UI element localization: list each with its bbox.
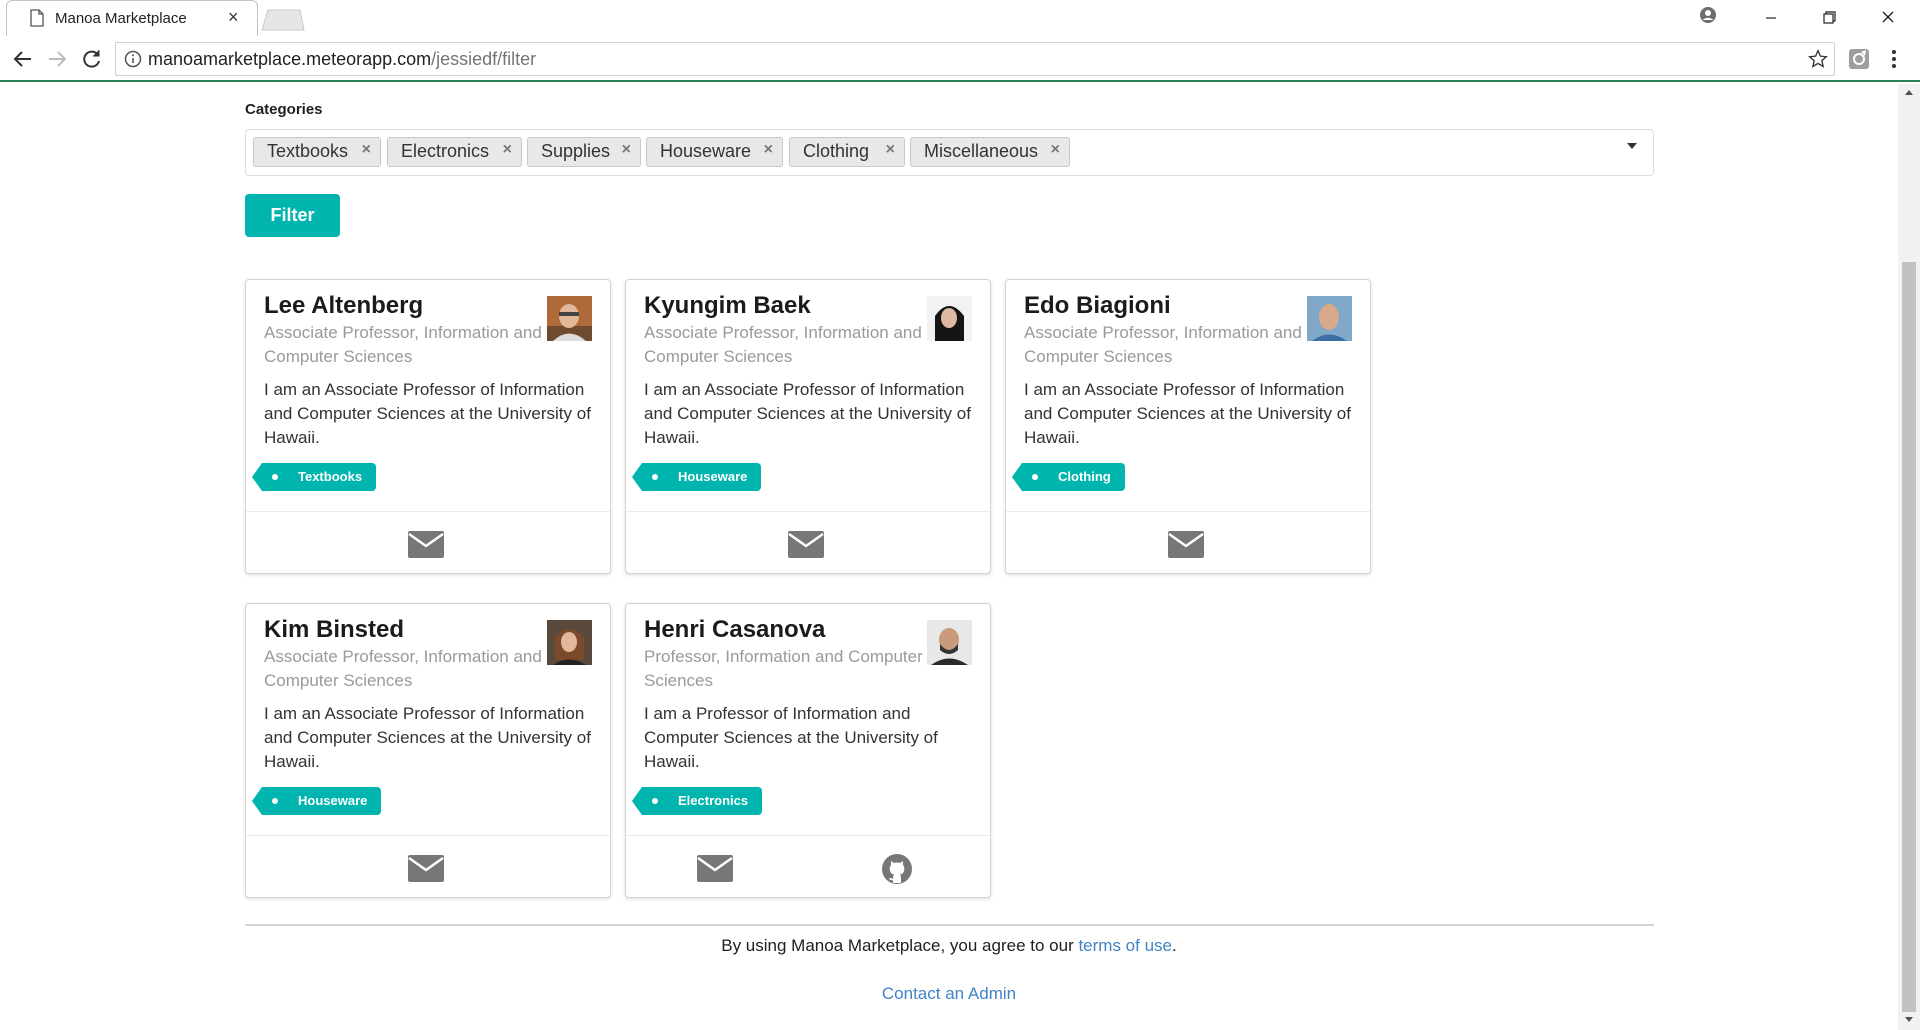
category-chip-supplies: Supplies × [527, 137, 641, 167]
profile-bio: I am an Associate Professor of Informati… [264, 704, 591, 771]
remove-chip-icon[interactable]: × [886, 141, 895, 159]
tab-title: Manoa Marketplace [55, 10, 187, 27]
url-host: manoamarketplace.meteorapp.com [148, 49, 432, 69]
minimize-icon [1766, 17, 1776, 19]
card-extra [626, 835, 990, 897]
chip-label: Miscellaneous [924, 141, 1039, 161]
category-chip-miscellaneous: Miscellaneous × [910, 137, 1070, 167]
profile-bio: I am an Associate Professor of Informati… [264, 380, 591, 447]
profile-title: Associate Professor, Information and Com… [644, 323, 922, 366]
remove-chip-icon[interactable]: × [503, 141, 512, 159]
profile-title: Associate Professor, Information and Com… [264, 323, 542, 366]
dropdown-caret-icon[interactable] [1627, 143, 1637, 149]
terms-suffix: . [1172, 936, 1177, 955]
profile-card-kim-binsted: Kim Binsted Associate Professor, Informa… [245, 603, 611, 898]
remove-chip-icon[interactable]: × [362, 141, 371, 159]
profile-bio: I am a Professor of Information and Comp… [644, 704, 938, 771]
new-tab-button[interactable] [260, 8, 306, 32]
remove-chip-icon[interactable]: × [622, 141, 631, 159]
mail-icon[interactable] [697, 855, 733, 882]
terms-of-use-link[interactable]: terms of use [1078, 936, 1172, 955]
category-chip-clothing: Clothing × [789, 137, 905, 167]
close-window-button[interactable] [1865, 2, 1911, 32]
account-icon[interactable] [1699, 6, 1717, 24]
chip-label: Electronics [401, 141, 490, 161]
profile-card-kyungim-baek: Kyungim Baek Associate Professor, Inform… [625, 279, 991, 574]
remove-chip-icon[interactable]: × [1051, 141, 1060, 159]
mail-icon[interactable] [1168, 531, 1204, 558]
scroll-up-icon[interactable] [1903, 87, 1915, 97]
extension-icon[interactable] [1848, 48, 1870, 70]
footer-divider [245, 924, 1654, 926]
profile-name: Lee Altenberg [264, 292, 424, 319]
profile-name: Edo Biagioni [1024, 292, 1171, 319]
category-chip-electronics: Electronics × [387, 137, 522, 167]
scrollbar-thumb[interactable] [1902, 262, 1916, 1012]
restore-button[interactable] [1806, 2, 1852, 32]
chip-label: Clothing [803, 141, 870, 161]
filter-button[interactable]: Filter [245, 194, 340, 237]
category-tag[interactable]: Houseware [251, 787, 382, 815]
category-chip-textbooks: Textbooks × [253, 137, 381, 167]
mail-icon[interactable] [788, 531, 824, 558]
forward-arrow-icon[interactable] [44, 47, 70, 71]
url-path: /jessiedf/filter [431, 49, 537, 69]
card-extra [626, 511, 990, 573]
profile-title: Associate Professor, Information and Com… [1024, 323, 1302, 366]
profile-name: Henri Casanova [644, 616, 826, 643]
url-text[interactable]: manoamarketplace.meteorapp.com/jessiedf/… [148, 49, 536, 70]
category-tag[interactable]: Houseware [631, 463, 762, 491]
minimize-button[interactable] [1748, 2, 1794, 32]
mail-icon[interactable] [408, 855, 444, 882]
reload-icon[interactable] [79, 47, 105, 71]
profile-title: Professor, Information and Computer Scie… [644, 647, 923, 690]
github-icon[interactable] [881, 853, 913, 885]
profile-name: Kim Binsted [264, 616, 405, 643]
info-icon[interactable] [124, 50, 142, 68]
bookmark-star-icon[interactable] [1808, 49, 1828, 69]
back-arrow-icon[interactable] [10, 47, 36, 71]
categories-label: Categories [245, 101, 323, 118]
category-chip-houseware: Houseware × [646, 137, 783, 167]
profile-card-henri-casanova: Henri Casanova Professor, Information an… [625, 603, 991, 898]
category-tag[interactable]: Textbooks [251, 463, 377, 491]
close-icon [1882, 11, 1894, 23]
category-tag[interactable]: Electronics [631, 787, 763, 815]
chip-label: Supplies [541, 141, 611, 161]
tab-close-button[interactable]: × [228, 7, 239, 28]
card-extra [1006, 511, 1370, 573]
restore-icon [1823, 11, 1836, 24]
profile-bio: I am an Associate Professor of Informati… [644, 380, 971, 447]
mail-icon[interactable] [408, 531, 444, 558]
chip-label: Textbooks [267, 141, 349, 161]
profile-title: Associate Professor, Information and Com… [264, 647, 542, 690]
profile-card-lee-altenberg: Lee Altenberg Associate Professor, Infor… [245, 279, 611, 574]
menu-dots-icon[interactable] [1889, 48, 1899, 70]
document-icon [30, 9, 44, 27]
remove-chip-icon[interactable]: × [764, 141, 773, 159]
scroll-down-icon[interactable] [1903, 1015, 1915, 1025]
profile-bio: I am an Associate Professor of Informati… [1024, 380, 1351, 447]
card-extra [246, 511, 610, 573]
terms-prefix: By using Manoa Marketplace, you agree to… [721, 936, 1079, 955]
category-tag[interactable]: Clothing [1012, 463, 1125, 491]
profile-card-edo-biagioni: Edo Biagioni Associate Professor, Inform… [1005, 279, 1371, 574]
profile-name: Kyungim Baek [644, 292, 811, 319]
terms-notice: By using Manoa Marketplace, you agree to… [0, 936, 1898, 956]
contact-admin-link[interactable]: Contact an Admin [0, 984, 1898, 1004]
card-extra [246, 835, 610, 897]
chip-label: Houseware [660, 141, 752, 161]
